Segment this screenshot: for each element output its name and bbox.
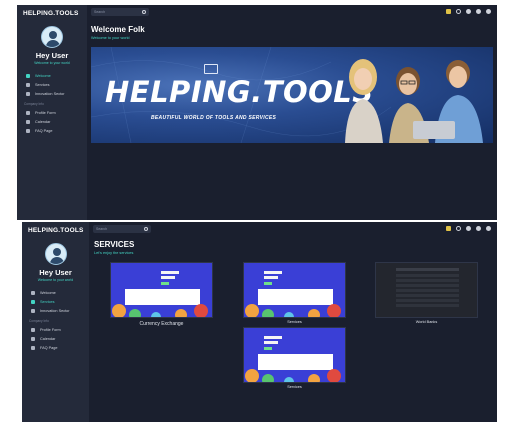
sidebar-item-label: Innovation Sector: [35, 91, 65, 96]
sidebar-item-welcome[interactable]: Welcome: [17, 71, 87, 80]
sidebar-item-label: Welcome: [40, 290, 56, 295]
search-icon[interactable]: [142, 10, 146, 14]
translate-icon[interactable]: [446, 226, 451, 231]
sidebar-item-label: Innovation Sector: [40, 308, 70, 313]
sidebar-nav: Welcome Services Innovation Sector Compa…: [22, 288, 89, 352]
sidebar-item-services[interactable]: Services: [17, 80, 87, 89]
sidebar-item-profile-form[interactable]: Profile Form: [17, 108, 87, 117]
search-input[interactable]: Search: [91, 8, 149, 16]
card-thumbnail: [376, 263, 477, 317]
moon-icon[interactable]: [456, 9, 461, 14]
sidebar-section-label: Company Info: [24, 102, 44, 106]
card-caption: Services: [287, 385, 302, 389]
briefcase-icon: [26, 82, 30, 87]
sidebar-item-label: Calendar: [35, 119, 51, 124]
bell-icon[interactable]: [466, 226, 471, 231]
sidebar-item-welcome[interactable]: Welcome: [22, 288, 89, 297]
greeting: Hey User: [35, 51, 69, 60]
page-title: SERVICES: [94, 240, 135, 249]
map-pin-icon: [26, 91, 30, 96]
hero-banner: HELPING.TOOLS BEAUTIFUL WORLD OF TOOLS A…: [91, 47, 493, 143]
page-title: Welcome Folk: [91, 25, 145, 34]
hero-tagline: BEAUTIFUL WORLD OF TOOLS AND SERVICES: [151, 115, 277, 121]
sidebar-item-innovation-sector[interactable]: Innovation Sector: [17, 89, 87, 98]
map-pin-icon: [31, 308, 35, 313]
sidebar-item-label: Services: [35, 82, 50, 87]
topbar-tools: [446, 226, 491, 231]
sidebar: HELPING.TOOLS Hey User Welcome to your w…: [17, 5, 87, 220]
card-thumbnail: [244, 263, 345, 317]
sidebar: HELPING.TOOLS Hey User Welcome to your w…: [22, 222, 89, 422]
search-input[interactable]: Search: [93, 225, 151, 233]
laptop-icon: [204, 64, 218, 74]
sidebar-item-label: FAQ Page: [40, 345, 58, 350]
briefcase-icon: [31, 299, 35, 304]
card-caption: World Banks: [415, 320, 438, 324]
greeting-subtitle: Welcome to your world: [37, 278, 74, 282]
service-card-world-banks[interactable]: World Banks: [375, 262, 478, 324]
service-cards: Currency Exchange Services World Banks S…: [93, 260, 497, 422]
user-icon[interactable]: [486, 9, 491, 14]
sidebar-item-calendar[interactable]: Calendar: [17, 117, 87, 126]
brand[interactable]: HELPING.TOOLS: [22, 222, 89, 239]
settings-icon[interactable]: [476, 9, 481, 14]
user-icon: [26, 110, 30, 115]
bell-icon[interactable]: [466, 9, 471, 14]
user-icon[interactable]: [486, 226, 491, 231]
home-icon: [31, 290, 35, 295]
service-card-services[interactable]: Services: [243, 262, 346, 324]
brand-name: HELPING.TOOLS: [23, 10, 79, 17]
sidebar-item-faq-page[interactable]: FAQ Page: [22, 343, 89, 352]
sidebar-item-services[interactable]: Services: [22, 297, 89, 306]
topbar-tools: [446, 9, 491, 14]
search-icon[interactable]: [144, 227, 148, 231]
help-icon: [26, 128, 30, 133]
card-caption: Currency Exchange: [139, 321, 184, 327]
brand[interactable]: HELPING.TOOLS: [17, 5, 87, 22]
page-subtitle: Welcome to your world: [91, 36, 130, 40]
greeting-subtitle: Welcome to your world: [34, 61, 70, 65]
sidebar-item-calendar[interactable]: Calendar: [22, 334, 89, 343]
user-icon: [31, 327, 35, 332]
service-card-currency-exchange[interactable]: Currency Exchange: [110, 262, 213, 327]
settings-icon[interactable]: [476, 226, 481, 231]
welcome-screenshot: HELPING.TOOLS Hey User Welcome to your w…: [17, 5, 497, 220]
translate-icon[interactable]: [446, 9, 451, 14]
calendar-icon: [26, 119, 30, 124]
students-photo: [345, 59, 483, 143]
help-icon: [31, 345, 35, 350]
brand-name: HELPING.TOOLS: [28, 227, 84, 234]
sidebar-section-label: Company Info: [29, 319, 49, 323]
sidebar-nav: Welcome Services Innovation Sector Compa…: [17, 71, 87, 135]
card-thumbnail: [244, 328, 345, 382]
sidebar-item-label: Calendar: [40, 336, 56, 341]
sidebar-item-faq-page[interactable]: FAQ Page: [17, 126, 87, 135]
card-caption: Services: [287, 320, 302, 324]
services-screenshot: HELPING.TOOLS Hey User Welcome to your w…: [22, 222, 497, 422]
calendar-icon: [31, 336, 35, 341]
greeting: Hey User: [39, 268, 72, 277]
sidebar-item-label: FAQ Page: [35, 128, 53, 133]
sidebar-item-label: Profile Form: [40, 327, 61, 332]
page-subtitle: Let's enjoy the services: [94, 251, 134, 255]
sidebar-item-profile-form[interactable]: Profile Form: [22, 325, 89, 334]
avatar: [41, 26, 63, 48]
sidebar-item-innovation-sector[interactable]: Innovation Sector: [22, 306, 89, 315]
service-card-services-2[interactable]: Services: [243, 327, 346, 389]
sidebar-item-label: Profile Form: [35, 110, 56, 115]
card-thumbnail: [111, 263, 212, 317]
sidebar-item-label: Services: [40, 299, 55, 304]
home-icon: [26, 73, 30, 78]
avatar: [44, 243, 67, 265]
moon-icon[interactable]: [456, 226, 461, 231]
sidebar-item-label: Welcome: [35, 73, 51, 78]
